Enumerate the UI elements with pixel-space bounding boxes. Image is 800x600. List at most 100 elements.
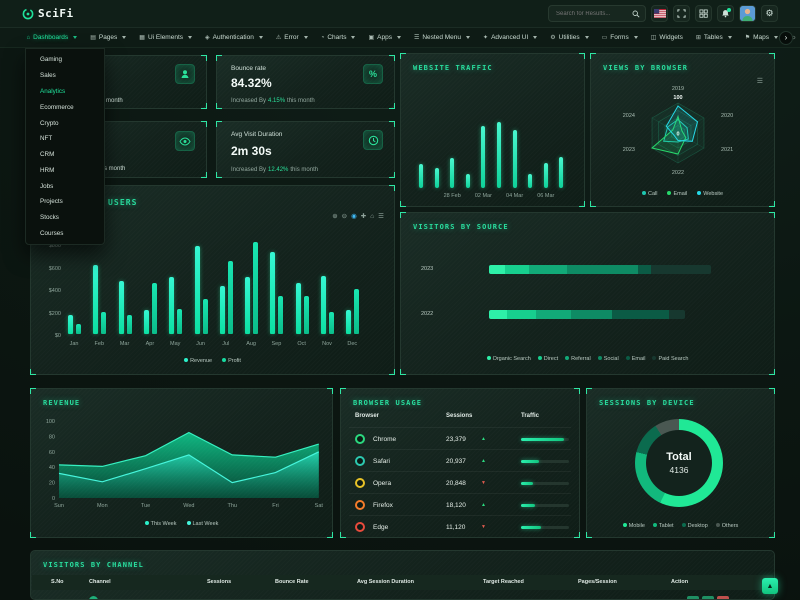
nav-item-pages[interactable]: ▤Pages bbox=[84, 34, 133, 41]
svg-text:100: 100 bbox=[46, 419, 55, 425]
corner-bracket bbox=[30, 550, 36, 556]
svg-text:Tue: Tue bbox=[141, 503, 150, 509]
stat-card-avg-visit-duration: Avg Visit Duration 2m 30s Increased By12… bbox=[216, 121, 395, 178]
dropdown-item-gaming[interactable]: Gaming bbox=[26, 52, 104, 68]
nav-scroll-right-button[interactable]: › bbox=[779, 31, 793, 45]
nav-item-dashboards[interactable]: ⌂Dashboards bbox=[20, 34, 84, 41]
chevron-down-icon bbox=[585, 36, 589, 39]
reset-zoom-icon[interactable]: ⌂ bbox=[370, 213, 374, 220]
dropdown-item-stocks[interactable]: Stocks bbox=[26, 210, 104, 226]
channel-column-avg-session-duration: Avg Session Duration bbox=[357, 579, 414, 585]
gear-icon: ⚙ bbox=[765, 8, 773, 19]
zoom-in-icon[interactable]: ⊕ bbox=[332, 212, 337, 220]
dropdown-item-crypto[interactable]: Crypto bbox=[26, 115, 104, 131]
source-segment bbox=[651, 265, 711, 274]
traffic-bar-fill bbox=[521, 526, 541, 529]
dropdown-item-courses[interactable]: Courses bbox=[26, 226, 104, 242]
corner-bracket bbox=[579, 53, 585, 59]
corner-bracket bbox=[769, 212, 775, 218]
table-row-chrome[interactable]: Chrome23,379▲ bbox=[349, 427, 571, 449]
nav-item-apps[interactable]: ▣Apps bbox=[362, 34, 408, 41]
dropdown-item-crm[interactable]: CRM bbox=[26, 147, 104, 163]
y-axis-label: $600 bbox=[39, 266, 61, 272]
traffic-bar bbox=[450, 158, 454, 188]
grid-icon: ▦ bbox=[139, 34, 145, 41]
language-flag-button[interactable] bbox=[651, 5, 668, 22]
apps-grid-button[interactable] bbox=[695, 5, 712, 22]
table-row-opera[interactable]: Opera20,848▼ bbox=[349, 471, 571, 493]
shield-icon: ◈ bbox=[205, 34, 210, 41]
dropdown-item-nft[interactable]: NFT bbox=[26, 131, 104, 147]
chart-menu-icon[interactable]: ☰ bbox=[378, 212, 384, 220]
browser-sessions: 20,848 bbox=[446, 480, 466, 487]
table-row-firefox[interactable]: Firefox18,120▲ bbox=[349, 493, 571, 515]
chart-icon: ◔ bbox=[321, 35, 325, 41]
table-row-edge[interactable]: Edge11,120▼ bbox=[349, 515, 571, 537]
trend-down-icon: ▼ bbox=[481, 480, 486, 486]
users-legend: RevenueProfit bbox=[31, 358, 394, 364]
legend-item: Email bbox=[626, 356, 646, 362]
chevron-down-icon bbox=[466, 36, 470, 39]
view-button[interactable] bbox=[687, 596, 699, 600]
profit-bar bbox=[304, 296, 309, 334]
nav-item-maps[interactable]: ⚑Maps bbox=[738, 34, 784, 41]
svg-text:0: 0 bbox=[52, 496, 55, 502]
views-by-browser-card: VIEWS BY BROWSER ☰ 201920202021202220232… bbox=[590, 53, 775, 207]
panning-icon[interactable]: ✚ bbox=[361, 212, 366, 220]
corner-bracket bbox=[201, 172, 207, 178]
channel-table-row[interactable] bbox=[31, 595, 774, 600]
safari-browser-icon bbox=[355, 456, 365, 466]
nav-item-nested-menu[interactable]: ☰Nested Menu bbox=[407, 34, 476, 41]
scroll-to-top-button[interactable]: ▲ bbox=[762, 578, 778, 594]
nav-item-authentication[interactable]: ◈Authentication bbox=[199, 34, 270, 41]
table-row-safari[interactable]: Safari20,937▲ bbox=[349, 449, 571, 471]
stat-subtext-fragment: month bbox=[106, 98, 123, 104]
selection-zoom-icon[interactable]: ◉ bbox=[351, 212, 357, 220]
fullscreen-button[interactable] bbox=[673, 5, 690, 22]
svg-text:2024: 2024 bbox=[623, 113, 635, 119]
corner-bracket bbox=[389, 369, 395, 375]
nav-item-label: Pages bbox=[99, 34, 117, 41]
dropdown-item-projects[interactable]: Projects bbox=[26, 194, 104, 210]
nav-item-widgets[interactable]: ◫Widgets bbox=[644, 34, 689, 41]
user-avatar[interactable] bbox=[739, 5, 756, 22]
x-axis-label: Mar bbox=[113, 341, 137, 347]
global-search[interactable] bbox=[548, 5, 646, 22]
corner-bracket bbox=[340, 532, 346, 538]
chart-menu-icon[interactable]: ☰ bbox=[757, 77, 763, 85]
search-input[interactable] bbox=[554, 10, 629, 18]
profit-bar bbox=[329, 312, 334, 335]
nav-item-advanced-ui[interactable]: ✦Advanced UI bbox=[477, 34, 544, 41]
scifi-logo-icon bbox=[22, 8, 34, 20]
nav-item-tables[interactable]: ⊞Tables bbox=[689, 34, 738, 41]
x-axis-label: 06 Mar bbox=[533, 193, 559, 199]
nav-item-error[interactable]: ⚠Error bbox=[269, 34, 314, 41]
stat-card-bounce-rate: Bounce rate 84.32% Increased By4.15%this… bbox=[216, 55, 395, 109]
revenue-bar bbox=[270, 252, 275, 334]
sessions-by-device-card: SESSIONS BY DEVICE Total 4136 MobileTabl… bbox=[586, 388, 775, 538]
dropdown-item-ecommerce[interactable]: Ecommerce bbox=[26, 99, 104, 115]
dropdown-item-hrm[interactable]: HRM bbox=[26, 162, 104, 178]
delete-button[interactable] bbox=[717, 596, 729, 600]
device-legend: MobileTabletDesktopOthers bbox=[587, 523, 774, 529]
nav-item-utilities[interactable]: ⚙Utilities bbox=[544, 34, 595, 41]
notifications-button[interactable] bbox=[717, 5, 734, 22]
dropdown-item-sales[interactable]: Sales bbox=[26, 68, 104, 84]
zoom-out-icon[interactable]: ⊖ bbox=[342, 212, 347, 220]
nav-item-ui-elements[interactable]: ▦Ui Elements bbox=[133, 34, 199, 41]
settings-button[interactable]: ⚙ bbox=[761, 5, 778, 22]
source-segment bbox=[612, 310, 669, 319]
nav-item-forms[interactable]: ▭Forms bbox=[595, 34, 644, 41]
search-icon[interactable] bbox=[632, 10, 640, 18]
corner-bracket bbox=[579, 201, 585, 207]
dropdown-item-analytics[interactable]: Analytics bbox=[26, 84, 104, 100]
legend-item: Paid Search bbox=[652, 356, 688, 362]
y-axis-label: $200 bbox=[39, 311, 61, 317]
browser-sessions: 23,379 bbox=[446, 436, 466, 443]
x-axis-label: 02 Mar bbox=[470, 193, 496, 199]
brand-logo[interactable]: SciFi bbox=[22, 7, 74, 20]
nav-item-charts[interactable]: ◔Charts bbox=[314, 34, 362, 41]
dropdown-item-jobs[interactable]: Jobs bbox=[26, 178, 104, 194]
edit-button[interactable] bbox=[702, 596, 714, 600]
opera-browser-icon bbox=[355, 478, 365, 488]
